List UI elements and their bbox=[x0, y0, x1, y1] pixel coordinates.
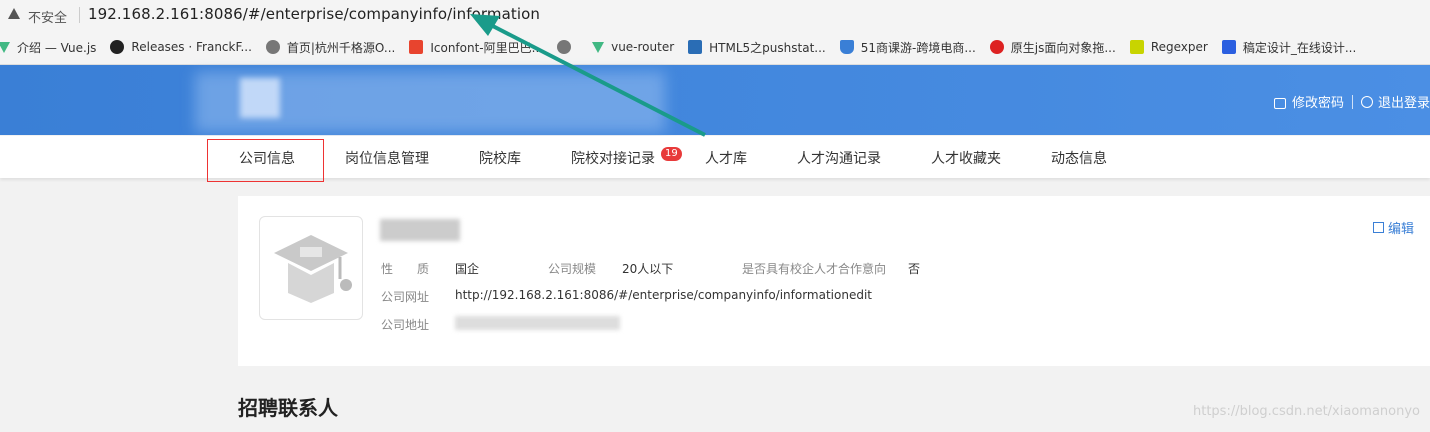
globe-icon bbox=[265, 40, 280, 54]
tab-talent-pool[interactable]: 人才库 bbox=[705, 148, 747, 168]
bookmark-globe[interactable] bbox=[557, 40, 578, 54]
tab-school-records[interactable]: 院校对接记录 bbox=[571, 148, 655, 168]
change-password-link[interactable]: 修改密码 bbox=[1292, 92, 1344, 111]
graduation-cap-icon bbox=[839, 40, 854, 54]
bookmark-label: 51商课游-跨境电商... bbox=[860, 40, 976, 55]
cooperation-label: 是否具有校企人才合作意向 bbox=[742, 262, 887, 276]
browser-address-bar[interactable]: 不安全 192.168.2.161:8086/#/enterprise/comp… bbox=[0, 0, 1430, 30]
address-label: 公司地址 bbox=[381, 318, 430, 332]
nature-label: 性 质 bbox=[381, 262, 430, 276]
bookmark-label: HTML5之pushstat... bbox=[709, 40, 826, 55]
bookmark-releases[interactable]: Releases · FranckF... bbox=[110, 40, 252, 54]
cooperation-value: 否 bbox=[908, 262, 921, 276]
scale-label: 公司规模 bbox=[548, 262, 597, 276]
tab-school-library[interactable]: 院校库 bbox=[479, 148, 521, 168]
bookmark-label: 首页|杭州千格源O... bbox=[286, 40, 396, 55]
bookmark-gaoding[interactable]: 稿定设计_在线设计... bbox=[1221, 39, 1357, 56]
bookmark-label: Iconfont-阿里巴巴... bbox=[430, 40, 544, 55]
iconfont-icon bbox=[409, 40, 424, 54]
tab-job-management[interactable]: 岗位信息管理 bbox=[345, 148, 429, 168]
warning-icon bbox=[8, 8, 20, 19]
lock-icon bbox=[1273, 98, 1286, 109]
circle-icon bbox=[989, 40, 1004, 54]
divider bbox=[1351, 94, 1353, 109]
company-logo bbox=[259, 216, 363, 320]
blurred-address bbox=[455, 316, 620, 330]
bookmarks-bar: 介绍 — Vue.js Releases · FranckF... 首页|杭州千… bbox=[0, 30, 1430, 65]
vue-icon bbox=[0, 41, 10, 53]
regexper-icon bbox=[1129, 40, 1144, 54]
bookmark-html5[interactable]: HTML5之pushstat... bbox=[688, 39, 826, 56]
divider bbox=[79, 7, 80, 23]
bookmark-iconfont[interactable]: Iconfont-阿里巴巴... bbox=[409, 39, 543, 56]
logout-link[interactable]: 退出登录 bbox=[1378, 92, 1430, 111]
website-value: http://192.168.2.161:8086/#/enterprise/c… bbox=[455, 288, 872, 302]
notification-badge: 19 bbox=[661, 147, 682, 161]
blurred-logo-mark bbox=[240, 78, 280, 118]
recruit-contact-title: 招聘联系人 bbox=[238, 396, 338, 420]
bookmark-label: Releases · FranckF... bbox=[131, 40, 252, 54]
bookmark-js-oop[interactable]: 原生js面向对象拖... bbox=[989, 39, 1116, 56]
security-indicator[interactable]: 不安全 bbox=[28, 7, 67, 26]
blurred-company-name bbox=[380, 219, 460, 241]
bookmark-label: 原生js面向对象拖... bbox=[1010, 40, 1116, 55]
github-icon bbox=[110, 40, 125, 54]
vue-icon bbox=[592, 41, 605, 53]
tab-talent-communication[interactable]: 人才沟通记录 bbox=[797, 148, 881, 168]
edit-button[interactable]: 编辑 bbox=[1373, 218, 1414, 237]
tab-talent-favorites[interactable]: 人才收藏夹 bbox=[931, 148, 1001, 168]
doc-icon bbox=[688, 40, 703, 54]
bookmark-vue[interactable]: 介绍 — Vue.js bbox=[0, 39, 96, 56]
power-icon bbox=[1360, 95, 1373, 108]
bookmark-label: vue-router bbox=[611, 40, 675, 54]
bookmark-51shang[interactable]: 51商课游-跨境电商... bbox=[839, 39, 976, 56]
nature-value: 国企 bbox=[455, 262, 480, 276]
edit-icon bbox=[1373, 222, 1384, 233]
gaoding-icon bbox=[1221, 40, 1236, 54]
website-label: 公司网址 bbox=[381, 290, 430, 304]
edit-label: 编辑 bbox=[1388, 222, 1415, 237]
bookmark-vue-router[interactable]: vue-router bbox=[592, 40, 674, 54]
bookmark-label: 介绍 — Vue.js bbox=[17, 40, 97, 55]
globe-icon bbox=[557, 40, 572, 54]
bookmark-home[interactable]: 首页|杭州千格源O... bbox=[265, 39, 396, 56]
graduation-cap-icon bbox=[274, 235, 352, 303]
header-actions: 修改密码 退出登录 bbox=[1273, 92, 1430, 111]
watermark: https://blog.csdn.net/xiaomanonyo bbox=[1193, 404, 1420, 419]
url-text[interactable]: 192.168.2.161:8086/#/enterprise/companyi… bbox=[88, 5, 540, 23]
bookmark-label: Regexper bbox=[1150, 40, 1208, 54]
scale-value: 20人以下 bbox=[622, 262, 674, 276]
active-tab-highlight bbox=[207, 139, 324, 182]
bookmark-label: 稿定设计_在线设计... bbox=[1242, 40, 1357, 55]
tab-news[interactable]: 动态信息 bbox=[1051, 148, 1107, 168]
bookmark-regexper[interactable]: Regexper bbox=[1129, 40, 1208, 54]
